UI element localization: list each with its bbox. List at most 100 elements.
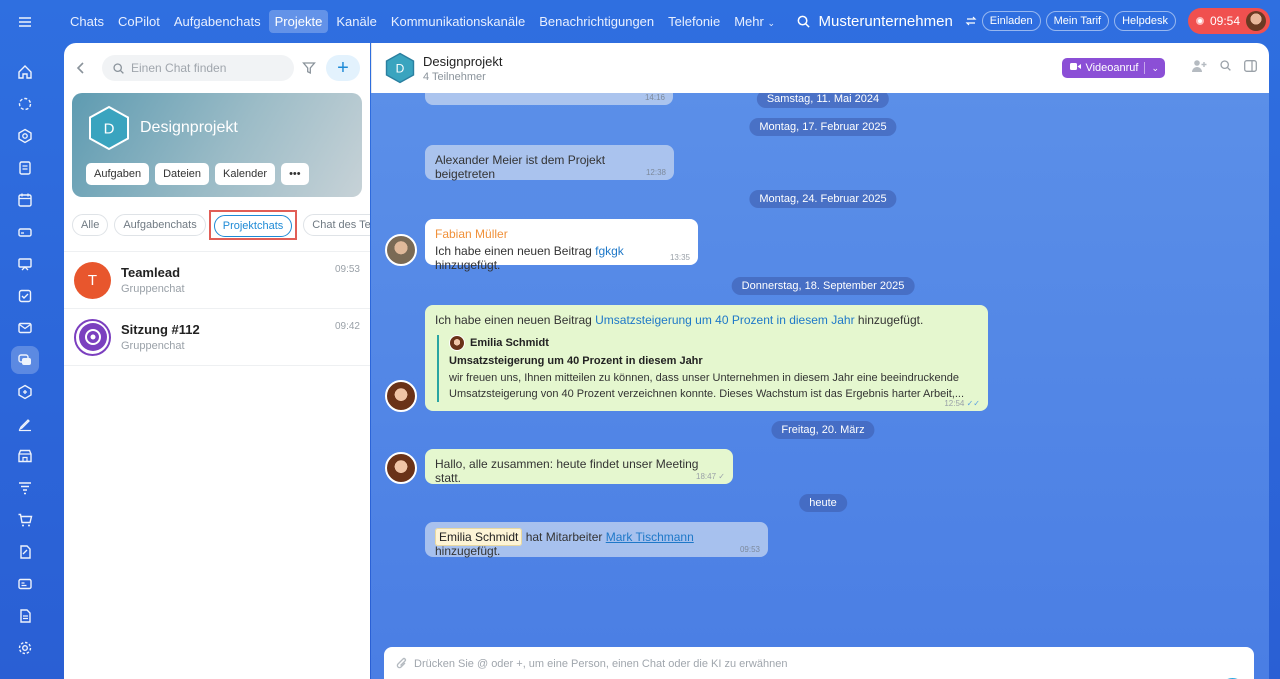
back-arrow-icon[interactable] — [74, 61, 88, 75]
search-input[interactable] — [131, 61, 284, 75]
meeting-icon — [78, 323, 107, 351]
video-call-button[interactable]: Videoanruf ⌄ — [1062, 58, 1165, 78]
chat-avatar-icon[interactable]: D — [384, 52, 416, 84]
filter-alle[interactable]: Alle — [72, 214, 109, 236]
message-bubble[interactable]: Ich habe einen neuen Beitrag Umsatzsteig… — [425, 305, 988, 411]
chat-time: 09:53 — [334, 264, 360, 275]
edit-doc-icon[interactable] — [11, 538, 39, 566]
project-title: Designprojekt — [140, 119, 238, 136]
avatar[interactable] — [385, 380, 417, 412]
user-avatar[interactable] — [1246, 11, 1266, 31]
check-icon[interactable] — [11, 282, 39, 310]
helpdesk-button[interactable]: Helpdesk — [1114, 11, 1176, 31]
nav-chats[interactable]: Chats — [64, 10, 110, 33]
chat-filters: Alle Aufgabenchats Projektchats Chat des… — [64, 197, 370, 241]
chat-name: Teamlead — [121, 265, 181, 280]
calendar-icon[interactable] — [11, 186, 39, 214]
highlight-box: Projektchats — [208, 210, 298, 240]
tasks-icon[interactable] — [11, 154, 39, 182]
card-icon[interactable] — [11, 570, 39, 598]
message-text: hinzugefügt. — [854, 313, 924, 327]
project-actions: Aufgaben Dateien Kalender ••• — [86, 163, 315, 185]
document-icon[interactable] — [11, 602, 39, 630]
message-text: hinzugefügt. — [435, 544, 501, 558]
new-chat-button[interactable]: + — [326, 55, 360, 81]
plan-button[interactable]: Mein Tarif — [1045, 11, 1110, 31]
record-icon — [1195, 17, 1204, 25]
board-icon[interactable] — [11, 250, 39, 278]
circle-icon[interactable] — [11, 122, 39, 150]
sidebar-toggle-icon[interactable] — [1244, 59, 1257, 77]
filter-chat-des-teams[interactable]: Chat des Te — [303, 214, 370, 236]
chat-item-sitzung[interactable]: Sitzung #112 Gruppenchat 09:42 — [64, 309, 370, 366]
date-divider: Montag, 17. Februar 2025 — [749, 118, 897, 136]
chevron-down-icon: ⌄ — [767, 17, 775, 28]
nav-telefonie[interactable]: Telefonie — [662, 10, 726, 33]
message-body: Ich habe einen neuen Beitrag Umsatzsteig… — [435, 313, 978, 327]
message-bubble[interactable]: Fabian Müller Ich habe einen neuen Beitr… — [425, 219, 698, 272]
nav-aufgabenchats[interactable]: Aufgabenchats — [168, 10, 267, 33]
filter-aufgabenchats[interactable]: Aufgabenchats — [114, 214, 206, 236]
quote-author: Emilia Schmidt — [449, 335, 978, 351]
more-button[interactable]: ••• — [281, 163, 309, 185]
post-link[interactable]: Umsatzsteigerung um 40 Prozent in diesem… — [595, 313, 854, 327]
post-link[interactable]: fgkgk — [595, 244, 624, 258]
filter-icon[interactable] — [302, 61, 316, 75]
avatar[interactable] — [385, 234, 417, 266]
chat-icon[interactable] — [11, 346, 39, 374]
search-icon[interactable] — [796, 14, 811, 29]
chat-search[interactable] — [102, 55, 294, 81]
filter-icon[interactable] — [11, 474, 39, 502]
chat-header-info[interactable]: Designprojekt 4 Teilnehmer — [423, 54, 503, 83]
project-avatar-icon: D — [89, 105, 129, 151]
home-icon[interactable] — [11, 58, 39, 86]
left-rail — [0, 0, 50, 679]
invite-button[interactable]: Einladen — [981, 11, 1041, 31]
nav-copilot[interactable]: CoPilot — [112, 10, 166, 33]
message-text: hat Mitarbeiter — [522, 530, 606, 544]
user-link[interactable]: Mark Tischmann — [606, 530, 694, 544]
date-divider: Montag, 24. Februar 2025 — [749, 190, 897, 208]
store-icon[interactable] — [11, 442, 39, 470]
add-user-icon[interactable] — [1191, 59, 1207, 78]
quoted-post[interactable]: Emilia Schmidt Umsatzsteigerung um 40 Pr… — [437, 335, 978, 402]
tasks-button[interactable]: Aufgaben — [86, 163, 150, 185]
message-input[interactable] — [414, 657, 1176, 670]
message-time: 09:53 — [739, 545, 760, 554]
system-message: Alexander Meier ist dem Projekt beigetre… — [425, 145, 674, 181]
copilot-icon[interactable] — [11, 90, 39, 118]
message-list[interactable]: 14:16 Samstag, 11. Mai 2024 Montag, 17. … — [371, 93, 1269, 679]
message-text: Ich habe einen neuen Beitrag — [435, 244, 596, 258]
nav-kanaele[interactable]: Kanäle — [330, 10, 382, 33]
drive-icon[interactable] — [11, 218, 39, 246]
filter-projektchats[interactable]: Projektchats — [213, 215, 293, 237]
crm-icon[interactable] — [11, 378, 39, 406]
settings-icon[interactable] — [11, 634, 39, 662]
date-divider: Donnerstag, 18. September 2025 — [731, 277, 915, 295]
cart-icon[interactable] — [11, 506, 39, 534]
nav-kommunikationskanaele[interactable]: Kommunikationskanäle — [385, 10, 531, 33]
calendar-button[interactable]: Kalender — [215, 163, 276, 185]
menu-icon[interactable] — [11, 8, 39, 36]
video-call-label: Videoanruf — [1085, 62, 1139, 74]
attach-icon[interactable] — [396, 657, 408, 670]
message-bubble[interactable]: Hallo, alle zusammen: heute findet unser… — [425, 449, 733, 485]
search-icon[interactable] — [1219, 59, 1232, 77]
swap-icon[interactable] — [965, 15, 977, 27]
chat-item-teamlead[interactable]: T Teamlead Gruppenchat 09:53 — [64, 252, 370, 309]
files-button[interactable]: Dateien — [155, 163, 210, 185]
nav-mehr[interactable]: Mehr ⌄ — [728, 10, 781, 33]
nav-benachrichtigungen[interactable]: Benachrichtigungen — [533, 10, 660, 33]
chevron-down-icon[interactable]: ⌄ — [1151, 63, 1159, 74]
project-avatar-initial: D — [104, 121, 115, 138]
mail-icon[interactable] — [11, 314, 39, 342]
message-author[interactable]: Fabian Müller — [435, 227, 688, 241]
avatar[interactable] — [385, 452, 417, 484]
sign-icon[interactable] — [11, 410, 39, 438]
chat-header: D Designprojekt 4 Teilnehmer Videoanruf … — [371, 43, 1269, 93]
project-card-title: D Designprojekt — [86, 105, 348, 151]
worktime-timer[interactable]: 09:54 — [1187, 8, 1270, 34]
org-switcher[interactable]: Musterunternehmen — [796, 13, 953, 30]
nav-mehr-label: Mehr — [734, 13, 764, 29]
nav-projekte[interactable]: Projekte — [268, 9, 329, 33]
